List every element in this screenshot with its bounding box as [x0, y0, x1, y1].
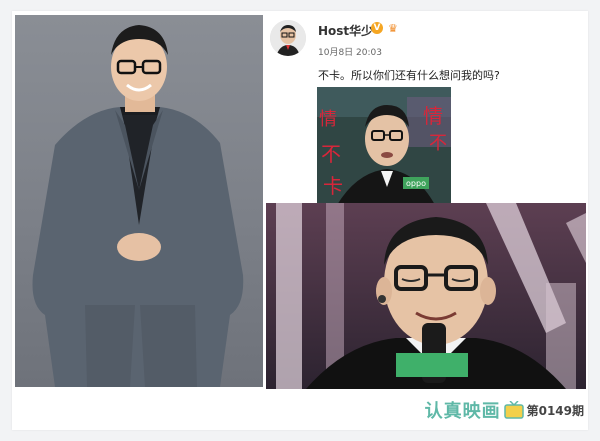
overlay-char-1: 情	[319, 109, 337, 130]
verified-badge-icon: V	[371, 22, 383, 34]
overlay-char-3: 卡	[323, 174, 343, 198]
watermark: 认真映画 第0149期	[425, 397, 584, 423]
portrait-illustration	[32, 25, 244, 387]
weibo-post-card: Host华少 V ♛ 10月8日 20:03 不卡。所以你们还有什么想问我的吗?…	[266, 15, 583, 205]
watermark-brand: 认真映画	[424, 401, 501, 422]
stage-photo	[266, 203, 586, 389]
post-text: 不卡。所以你们还有什么想问我的吗?	[318, 69, 500, 82]
crown-icon: ♛	[388, 22, 398, 35]
username[interactable]: Host华少	[318, 22, 373, 39]
portrait-photo	[15, 15, 263, 387]
avatar[interactable]	[270, 20, 306, 56]
overlay-char-2: 不	[321, 142, 341, 166]
post-image-illustration: oppo 情 不 卡 不 情	[317, 87, 451, 205]
mic-badge-label: oppo	[406, 179, 426, 188]
tv-icon	[503, 400, 524, 419]
overlay-char-4: 不	[429, 133, 447, 154]
avatar-portrait	[270, 20, 306, 56]
overlay-char-5: 情	[423, 104, 443, 128]
caption-bar	[396, 353, 468, 377]
stage-photo-illustration	[266, 203, 586, 389]
watermark-issue: 第0149期	[526, 403, 584, 418]
post-image[interactable]: oppo 情 不 卡 不 情	[317, 87, 451, 205]
post-timestamp[interactable]: 10月8日 20:03	[318, 45, 382, 58]
